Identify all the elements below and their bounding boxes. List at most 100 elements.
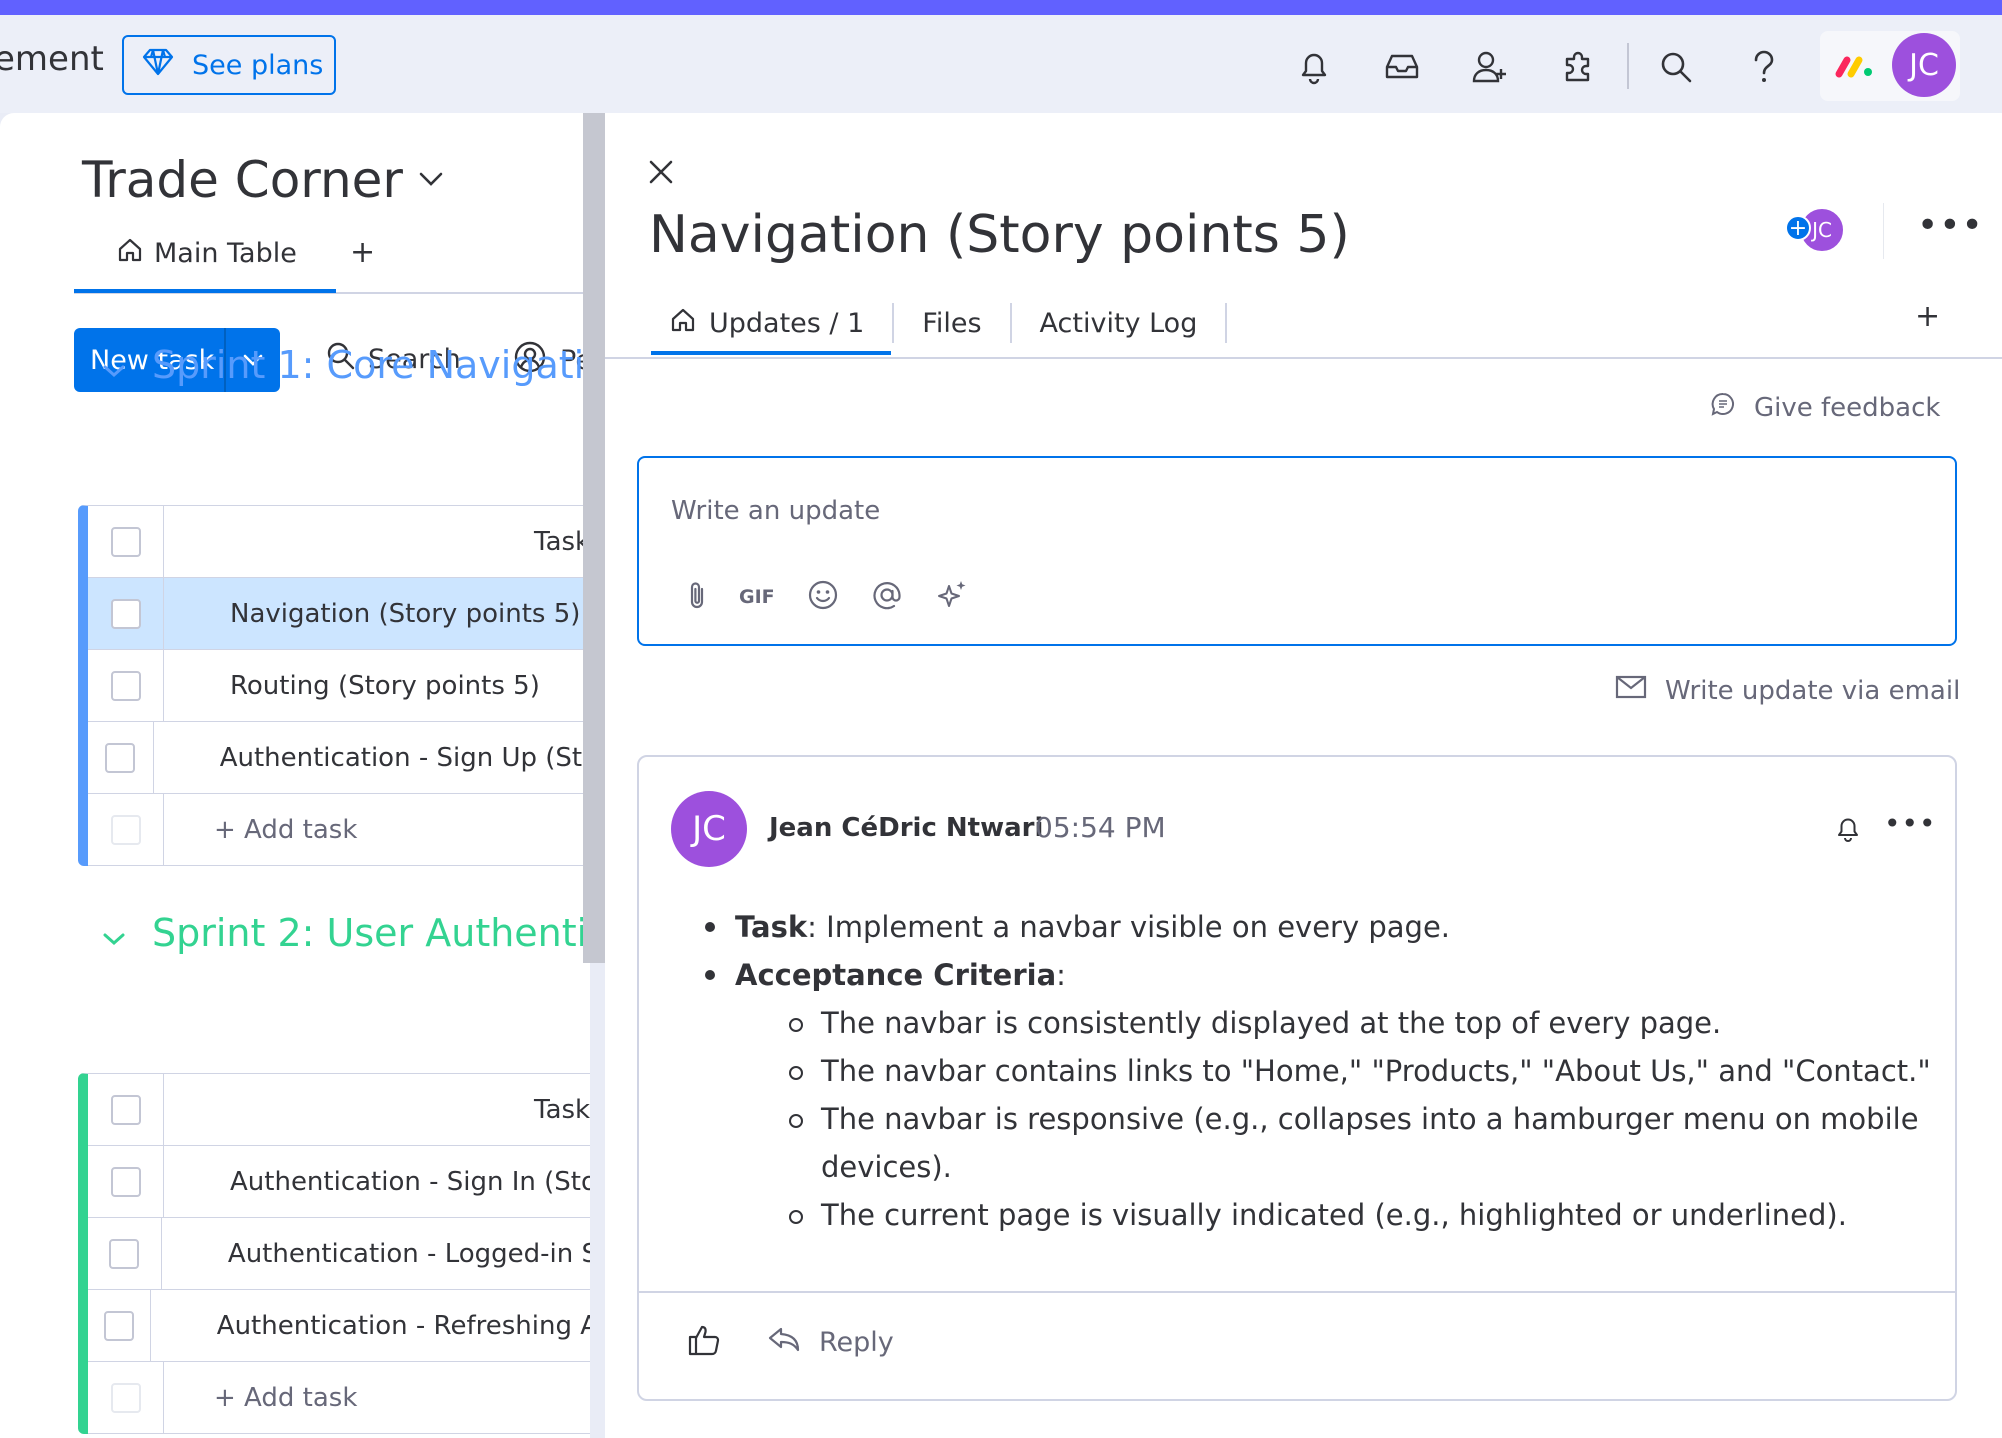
author-avatar[interactable]: JC — [671, 791, 747, 867]
tab-updates-label: Updates / 1 — [709, 307, 865, 339]
group-table-sprint-2: Task Authentication - Sign In (Sto Authe… — [78, 1073, 590, 1434]
tabs-divider — [605, 357, 2002, 359]
see-plans-button[interactable]: See plans — [122, 35, 336, 95]
board-area: Trade Corner Main Table + New task Searc… — [0, 113, 590, 1438]
item-title[interactable]: Navigation (Story points 5) — [649, 205, 1350, 265]
invite-member-icon[interactable] — [1468, 45, 1512, 89]
inbox-icon[interactable] — [1380, 45, 1424, 89]
integrations-icon[interactable] — [1556, 45, 1600, 89]
update-editor[interactable]: Write an update GIF — [637, 456, 1957, 646]
row-checkbox[interactable] — [103, 1310, 134, 1341]
home-icon — [669, 306, 697, 341]
top-accent-strip — [0, 0, 2002, 15]
reply-button[interactable]: Reply — [767, 1325, 894, 1360]
task-name[interactable]: Routing (Story points 5) — [164, 671, 540, 701]
row-checkbox[interactable] — [105, 742, 136, 773]
select-all-checkbox[interactable] — [110, 526, 141, 557]
more-options-icon[interactable]: ••• — [1917, 205, 1984, 246]
reply-label: Reply — [819, 1326, 894, 1358]
active-tab-indicator — [651, 351, 891, 355]
row-checkbox[interactable] — [109, 1238, 140, 1269]
task-name[interactable]: Navigation (Story points 5) — [164, 599, 580, 629]
row-checkbox[interactable] — [110, 1166, 141, 1197]
add-task-button[interactable]: + Add task — [164, 1383, 357, 1413]
table-row[interactable]: Navigation (Story points 5) — [88, 578, 590, 650]
help-icon[interactable] — [1742, 45, 1786, 89]
panel-resize-shadow — [583, 113, 605, 963]
workspace-name-partial: ement — [0, 39, 104, 79]
row-checkbox[interactable] — [110, 670, 141, 701]
table-row[interactable]: Authentication - Sign In (Sto — [88, 1146, 590, 1218]
chevron-down-icon[interactable] — [102, 343, 126, 387]
update-input-placeholder[interactable]: Write an update — [671, 496, 880, 526]
task-name[interactable]: Authentication - Sign Up (Sto — [154, 743, 590, 773]
write-update-via-email-label: Write update via email — [1665, 675, 1961, 706]
table-header-row: Task — [88, 1074, 590, 1146]
add-subscriber-icon: + — [1785, 215, 1811, 241]
group-title[interactable]: Sprint 2: User Authentic — [152, 911, 590, 955]
like-icon[interactable] — [687, 1323, 723, 1361]
task-label: Task — [735, 910, 808, 944]
feedback-icon — [1710, 391, 1736, 424]
group-title[interactable]: Sprint 1: Core Navigatio — [152, 343, 590, 387]
task-name[interactable]: Authentication - Logged-in S — [162, 1239, 590, 1269]
table-header-row: Task — [88, 506, 590, 578]
active-tab-indicator — [74, 289, 336, 293]
criteria-item: The navbar is consistently displayed at … — [735, 999, 1935, 1047]
chevron-down-icon[interactable] — [418, 171, 444, 191]
tab-files[interactable]: Files — [894, 303, 1012, 343]
post-actions: Reply — [687, 1323, 894, 1361]
table-row[interactable]: Routing (Story points 5) — [88, 650, 590, 722]
add-task-row[interactable]: + Add task — [88, 1362, 590, 1434]
tab-updates[interactable]: Updates / 1 — [649, 303, 895, 343]
add-task-button[interactable]: + Add task — [164, 815, 357, 845]
board-title[interactable]: Trade Corner — [82, 151, 403, 209]
monday-logo-icon — [1835, 56, 1872, 78]
add-task-row[interactable]: + Add task — [88, 794, 590, 866]
tab-activity-log[interactable]: Activity Log — [1012, 303, 1228, 343]
add-view-button[interactable]: + — [350, 235, 375, 270]
toolbar-divider — [1627, 43, 1629, 89]
task-name[interactable]: Authentication - Refreshing A — [151, 1311, 590, 1341]
list-item: Acceptance Criteria: The navbar is consi… — [695, 951, 1935, 1239]
table-row[interactable]: Authentication - Sign Up (Sto — [88, 722, 590, 794]
attachment-icon[interactable] — [687, 579, 707, 615]
subscribers-button[interactable]: + JC — [1785, 205, 1851, 253]
tab-main-table[interactable]: Main Table — [74, 221, 336, 285]
mail-icon — [1615, 675, 1647, 706]
add-tab-button[interactable]: + — [1915, 299, 1940, 334]
bell-icon[interactable] — [1292, 45, 1336, 89]
author-name[interactable]: Jean CéDric Ntwari — [769, 813, 1043, 843]
criteria-item: The current page is visually indicated (… — [735, 1191, 1935, 1239]
gif-button[interactable]: GIF — [739, 586, 775, 608]
task-text: : Implement a navbar visible on every pa… — [807, 910, 1451, 944]
more-options-icon[interactable]: ••• — [1884, 807, 1937, 840]
row-checkbox — [110, 1382, 141, 1413]
emoji-icon[interactable] — [807, 579, 839, 615]
user-avatar[interactable]: JC — [1892, 33, 1956, 97]
close-icon[interactable] — [647, 158, 675, 190]
table-row[interactable]: Authentication - Logged-in S — [88, 1218, 590, 1290]
criteria-suffix: : — [1056, 958, 1066, 992]
group-header-sprint-2[interactable]: Sprint 2: User Authentic — [102, 911, 590, 955]
give-feedback-button[interactable]: Give feedback — [1710, 391, 1940, 424]
ai-sparkle-icon[interactable] — [935, 578, 969, 616]
header-divider — [1883, 203, 1884, 259]
write-update-via-email-link[interactable]: Write update via email — [1615, 675, 1960, 706]
mention-icon[interactable] — [871, 579, 903, 615]
chevron-down-icon[interactable] — [102, 911, 126, 955]
table-row[interactable]: Authentication - Refreshing A — [88, 1290, 590, 1362]
criteria-label: Acceptance Criteria — [735, 958, 1057, 992]
bell-icon[interactable] — [1835, 815, 1861, 847]
column-header-task: Task — [534, 1094, 590, 1125]
top-bar: ement See plans JC — [0, 15, 2002, 113]
task-name[interactable]: Authentication - Sign In (Sto — [164, 1167, 590, 1197]
post-footer-divider — [639, 1291, 1955, 1293]
search-icon[interactable] — [1654, 45, 1698, 89]
select-all-checkbox[interactable] — [110, 1094, 141, 1125]
criteria-item: The navbar is responsive (e.g., collapse… — [735, 1095, 1935, 1191]
tab-files-label: Files — [922, 307, 982, 339]
group-table-sprint-1: Task Navigation (Story points 5) Routing… — [78, 505, 590, 866]
row-checkbox[interactable] — [110, 598, 141, 629]
group-header-sprint-1[interactable]: Sprint 1: Core Navigatio — [102, 343, 590, 387]
